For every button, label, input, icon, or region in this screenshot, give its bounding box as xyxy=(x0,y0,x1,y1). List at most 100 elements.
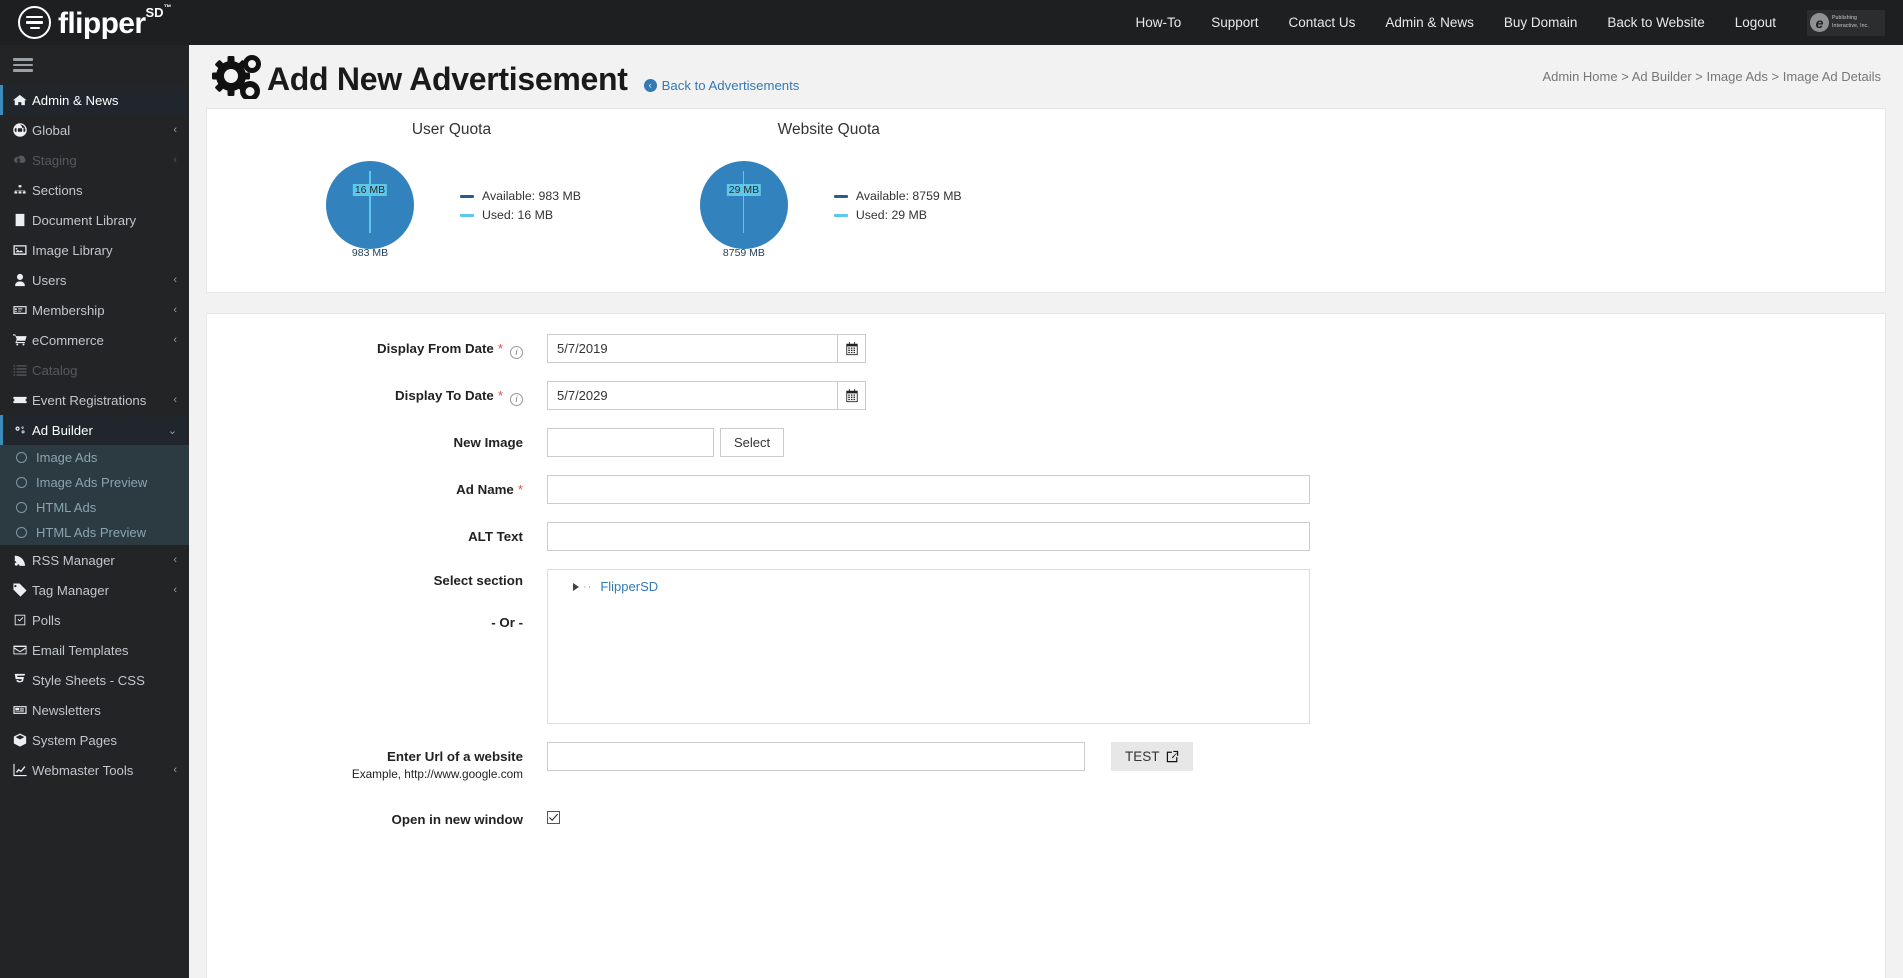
legend-label: Used: 16 MB xyxy=(482,208,554,222)
sidebar-subitem-image-ads[interactable]: Image Ads xyxy=(0,445,189,470)
newspaper-icon xyxy=(13,703,32,717)
tree-node-flippersd[interactable]: ·· FlipperSD xyxy=(548,579,1309,594)
brand-logo[interactable]: flipper SD ™ xyxy=(18,0,172,45)
legend-item-available: Available: 8759 MB xyxy=(833,189,962,203)
hamburger-menu-icon[interactable] xyxy=(0,45,189,85)
legend-swatch-used xyxy=(833,213,848,217)
sidebar-item-staging[interactable]: Staging ‹ xyxy=(0,145,189,175)
chevron-left-icon: ‹ xyxy=(173,154,177,166)
info-icon[interactable]: i xyxy=(510,345,523,359)
topnav-item-admin-news[interactable]: Admin & News xyxy=(1370,0,1489,45)
sidebar-item-tag-manager[interactable]: Tag Manager ‹ xyxy=(0,575,189,605)
website-url-hint: Example, http://www.google.com xyxy=(351,767,523,781)
back-to-advertisements-link[interactable]: ‹ Back to Advertisements xyxy=(643,78,799,93)
sidebar-item-webmaster-tools[interactable]: Webmaster Tools ‹ xyxy=(0,755,189,785)
alt-text-input[interactable] xyxy=(547,522,1310,551)
cloud-upload-icon xyxy=(13,153,32,167)
display-to-date-input[interactable] xyxy=(547,381,837,410)
sidebar-item-polls[interactable]: Polls xyxy=(0,605,189,635)
list-icon xyxy=(13,363,32,377)
form-row-alt-text: ALT Text xyxy=(207,522,1885,551)
sidebar-item-system-pages[interactable]: System Pages xyxy=(0,725,189,755)
new-image-label: New Image xyxy=(207,428,547,450)
sidebar-label: Ad Builder xyxy=(32,422,93,438)
top-navigation: How-To Support Contact Us Admin & News B… xyxy=(1120,0,1903,45)
caret-right-icon[interactable] xyxy=(573,582,579,591)
form-row-website-url: Enter Url of a website Example, http://w… xyxy=(207,742,1885,781)
form-row-ad-name: Ad Name * xyxy=(207,475,1885,504)
info-icon[interactable]: i xyxy=(510,392,523,406)
website-url-input[interactable] xyxy=(547,742,1085,771)
chart-legend: Available: 8759 MB Used: 29 MB xyxy=(833,155,962,227)
new-image-input[interactable] xyxy=(547,428,714,457)
sidebar-label: Newsletters xyxy=(32,702,101,718)
sidebar-item-rss-manager[interactable]: RSS Manager ‹ xyxy=(0,545,189,575)
book-icon xyxy=(13,213,32,227)
ad-name-input[interactable] xyxy=(547,475,1310,504)
label-text: ALT Text xyxy=(468,529,523,544)
sidebar-label: Users xyxy=(32,272,67,288)
topnav-item-contact-us[interactable]: Contact Us xyxy=(1274,0,1371,45)
sidebar-item-admin-news[interactable]: Admin & News xyxy=(0,85,189,115)
pie-label-used: 29 MB xyxy=(726,184,762,196)
quota-charts: User Quota 16 MB 983 MB Available: 983 M… xyxy=(207,121,1885,259)
chart-title: Website Quota xyxy=(777,121,880,138)
topnav-item-buy-domain[interactable]: Buy Domain xyxy=(1489,0,1593,45)
topnav-item-how-to[interactable]: How-To xyxy=(1120,0,1196,45)
sidebar-item-image-library[interactable]: Image Library xyxy=(0,235,189,265)
sidebar: Admin & News Global ‹ Staging ‹ Sections… xyxy=(0,45,189,978)
topnav-item-support[interactable]: Support xyxy=(1196,0,1273,45)
sidebar-subitem-image-ads-preview[interactable]: Image Ads Preview xyxy=(0,470,189,495)
sidebar-item-sections[interactable]: Sections xyxy=(0,175,189,205)
topnav-item-logout[interactable]: Logout xyxy=(1720,0,1791,45)
sidebar-subitem-html-ads-preview[interactable]: HTML Ads Preview xyxy=(0,520,189,545)
ad-builder-submenu: Image Ads Image Ads Preview HTML Ads HTM… xyxy=(0,445,189,545)
sidebar-item-email-templates[interactable]: Email Templates xyxy=(0,635,189,665)
display-to-date-label: Display To Date * i xyxy=(207,381,547,406)
sidebar-item-global[interactable]: Global ‹ xyxy=(0,115,189,145)
chevron-left-icon: ‹ xyxy=(173,554,177,566)
display-to-date-calendar-icon[interactable] xyxy=(837,381,866,410)
sidebar-label: Membership xyxy=(32,302,105,318)
display-from-date-calendar-icon[interactable] xyxy=(837,334,866,363)
sidebar-item-catalog[interactable]: Catalog xyxy=(0,355,189,385)
legend-label: Available: 983 MB xyxy=(482,189,581,203)
flipper-mark-icon xyxy=(18,6,51,39)
sidebar-label: Global xyxy=(32,122,71,138)
sidebar-item-document-library[interactable]: Document Library xyxy=(0,205,189,235)
legend-label: Used: 29 MB xyxy=(855,208,927,222)
form-row-display-to-date: Display To Date * i xyxy=(207,381,1885,410)
sidebar-item-membership[interactable]: Membership ‹ xyxy=(0,295,189,325)
alt-text-label: ALT Text xyxy=(207,522,547,544)
legend-item-available: Available: 983 MB xyxy=(460,189,581,203)
sidebar-item-event-registrations[interactable]: Event Registrations ‹ xyxy=(0,385,189,415)
form-row-new-image: New Image Select xyxy=(207,428,1885,457)
test-url-button[interactable]: TEST xyxy=(1111,742,1193,771)
display-from-date-input[interactable] xyxy=(547,334,837,363)
sidebar-item-newsletters[interactable]: Newsletters xyxy=(0,695,189,725)
pie-label-used: 16 MB xyxy=(352,184,388,196)
tree-node-label[interactable]: FlipperSD xyxy=(600,579,658,594)
open-new-window-checkbox[interactable] xyxy=(547,811,560,824)
chevron-left-icon: ‹ xyxy=(173,764,177,776)
topnav-item-back-to-website[interactable]: Back to Website xyxy=(1592,0,1719,45)
advertisement-form: Display From Date*i Display To Date*i xyxy=(206,313,1886,978)
home-icon xyxy=(13,93,32,107)
sidebar-item-ecommerce[interactable]: eCommerce ‹ xyxy=(0,325,189,355)
select-image-button[interactable]: Select xyxy=(720,428,785,457)
corp-e-icon: e xyxy=(1810,13,1829,32)
sidebar-sublabel: Image Ads Preview xyxy=(36,475,148,490)
user-icon xyxy=(13,273,32,287)
label-text: Display To Date xyxy=(395,388,494,403)
test-button-label: TEST xyxy=(1125,749,1160,764)
sidebar-label: Sections xyxy=(32,182,83,198)
sidebar-item-users[interactable]: Users ‹ xyxy=(0,265,189,295)
section-tree[interactable]: ·· FlipperSD xyxy=(547,569,1310,724)
brand-wordmark: flipper xyxy=(58,6,146,40)
sidebar-item-ad-builder[interactable]: Ad Builder ⌄ xyxy=(0,415,189,445)
sidebar-item-style-sheets-css[interactable]: Style Sheets - CSS xyxy=(0,665,189,695)
chevron-left-icon: ‹ xyxy=(173,334,177,346)
check-square-icon xyxy=(13,613,32,627)
main-content: Add New Advertisement ‹ Back to Advertis… xyxy=(189,45,1903,978)
sidebar-subitem-html-ads[interactable]: HTML Ads xyxy=(0,495,189,520)
